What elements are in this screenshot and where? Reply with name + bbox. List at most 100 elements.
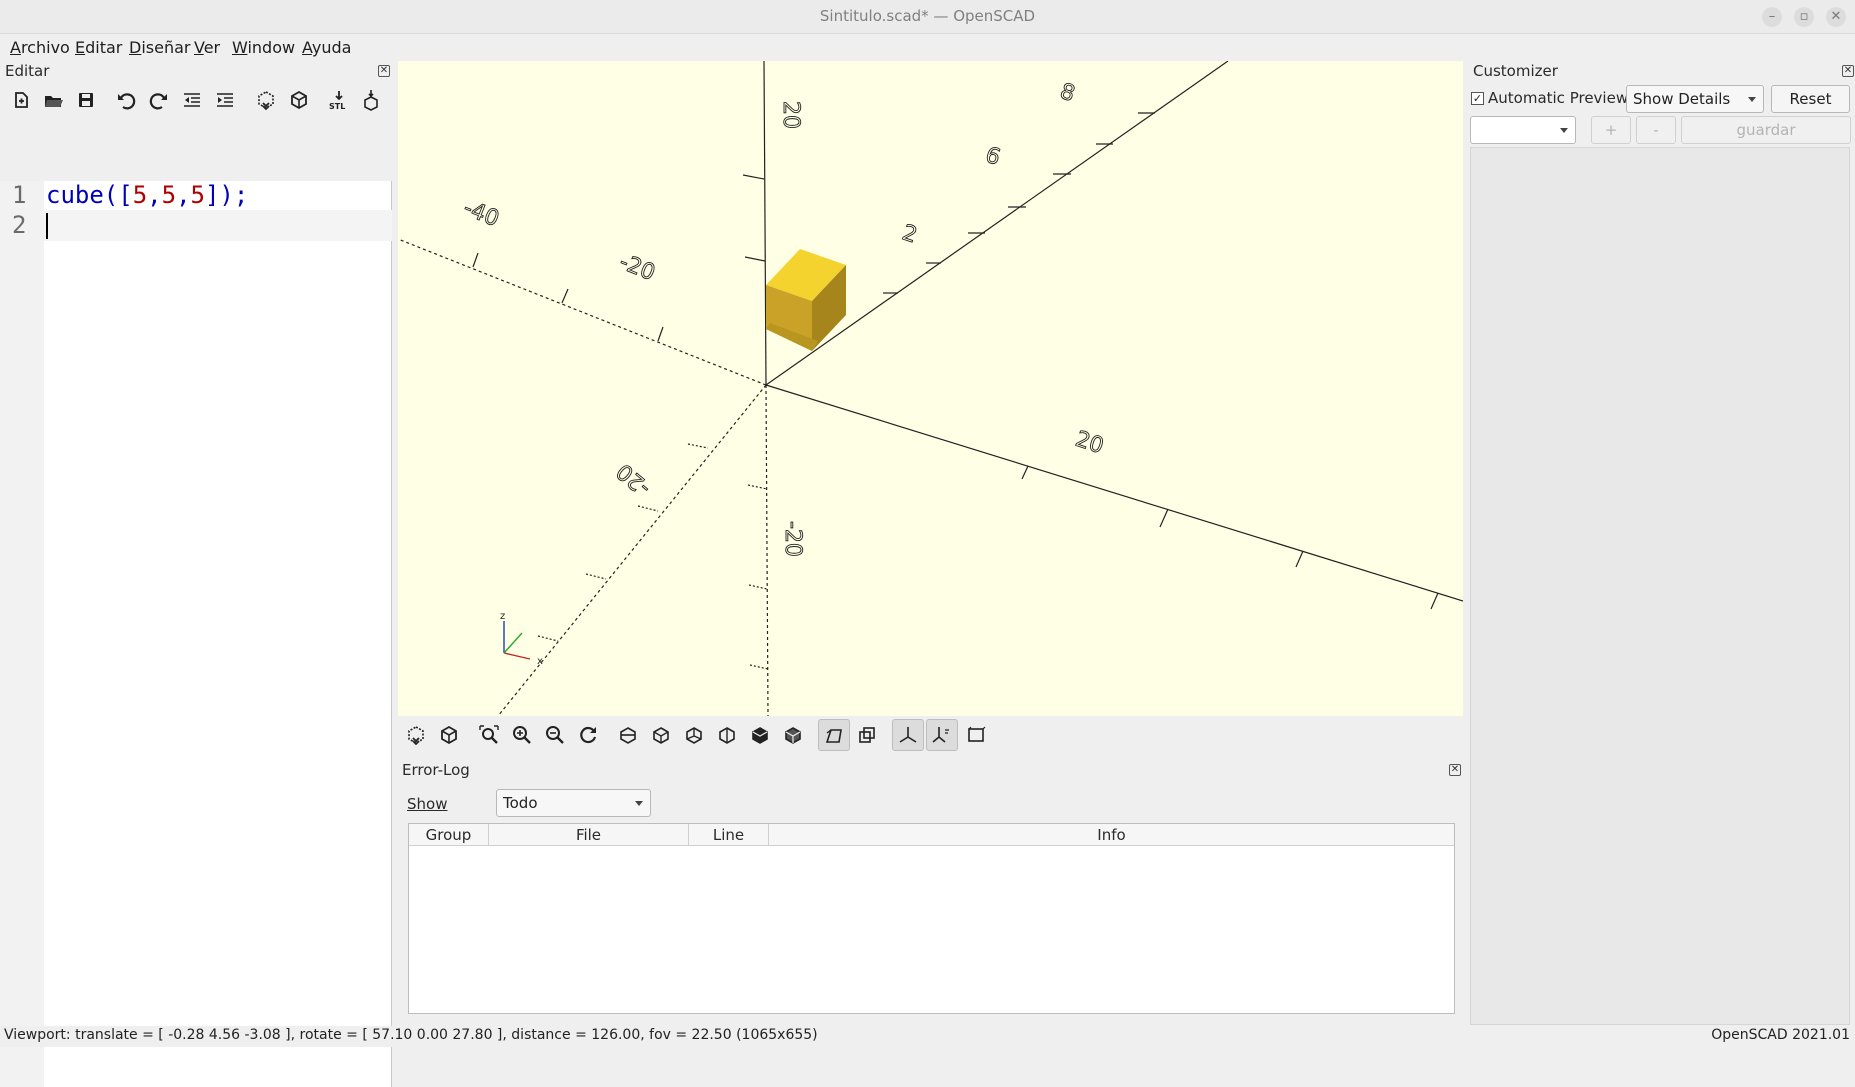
current-line-highlight <box>44 210 392 241</box>
undo-icon[interactable] <box>112 86 140 114</box>
error-log-close-icon[interactable]: ✕ <box>1449 764 1461 776</box>
menu-archivo[interactable]: Archivo <box>10 38 70 57</box>
open-file-icon[interactable] <box>39 86 67 114</box>
view-all-icon[interactable] <box>475 721 503 749</box>
details-select[interactable]: Show Details <box>1626 85 1764 113</box>
menu-disenar[interactable]: Diseñar <box>129 38 190 57</box>
code-token: ]); <box>204 181 249 209</box>
menu-bar: Archivo Editar Diseñar Ver Window Ayuda <box>0 34 1855 61</box>
details-value: Show Details <box>1633 90 1731 108</box>
cube-model <box>766 249 846 351</box>
x-axis-positive <box>765 384 1463 602</box>
render-icon[interactable] <box>435 721 463 749</box>
code-line[interactable] <box>46 211 48 239</box>
axis-label-y-b: 6 <box>982 143 1003 171</box>
show-edges-icon[interactable] <box>962 721 990 749</box>
window-title: Sintitulo.scad* — OpenSCAD <box>819 7 1036 25</box>
y-axis-positive <box>765 61 1229 386</box>
preview-icon[interactable] <box>252 86 280 114</box>
zoom-in-icon[interactable] <box>508 721 536 749</box>
axis-label-x-neg-far: -40 <box>460 196 503 233</box>
render-icon[interactable] <box>285 86 313 114</box>
reset-button[interactable]: Reset <box>1771 85 1850 113</box>
send-to-print-icon[interactable] <box>357 86 385 114</box>
view-toolbar <box>398 716 1463 754</box>
axis-label-y-c: 8 <box>1057 79 1078 107</box>
show-axes-icon[interactable] <box>892 719 924 751</box>
x-axis-negative <box>398 238 767 386</box>
perspective-icon[interactable] <box>818 719 850 751</box>
gizmo-x-label: x <box>537 656 543 667</box>
show-label: Show <box>407 795 448 813</box>
code-token: ([ <box>103 181 133 209</box>
view-back-icon[interactable] <box>779 721 807 749</box>
code-token: 5 <box>161 181 177 209</box>
customizer-close-icon[interactable]: ✕ <box>1842 65 1854 77</box>
viewport-canvas: 20 -20 20 -40 -20 2 6 8 -20 z x <box>398 61 1463 716</box>
remove-preset-button[interactable]: - <box>1636 116 1676 144</box>
menu-window[interactable]: Window <box>232 38 295 57</box>
column-header-file[interactable]: File <box>489 824 689 846</box>
maximize-button[interactable]: ▫ <box>1794 7 1814 27</box>
minimize-button[interactable]: – <box>1762 7 1782 27</box>
3d-viewport[interactable]: 20 -20 20 -40 -20 2 6 8 -20 z x <box>398 61 1463 716</box>
indent-icon[interactable] <box>211 86 239 114</box>
show-scale-markers-icon[interactable] <box>926 719 958 751</box>
add-preset-button[interactable]: + <box>1591 116 1631 144</box>
save-preset-button[interactable]: guardar preprogramado <box>1681 116 1851 165</box>
redo-icon[interactable] <box>145 86 173 114</box>
code-token: 5 <box>132 181 148 209</box>
view-right-icon[interactable] <box>614 721 642 749</box>
code-token: 5 <box>190 181 205 209</box>
reset-view-icon[interactable] <box>574 721 602 749</box>
zoom-out-icon[interactable] <box>541 721 569 749</box>
customizer-title: Customizer <box>1473 62 1558 80</box>
editor-panel: Editar ✕ STL 1 2 cube([5,5,5]); <box>0 61 395 1087</box>
view-top-icon[interactable] <box>647 721 675 749</box>
column-header-line[interactable]: Line <box>689 824 769 846</box>
axis-label-y-neg: -20 <box>612 458 656 500</box>
code-line[interactable]: cube([5,5,5]); <box>46 181 248 209</box>
editor-panel-title: Editar <box>5 62 50 80</box>
z-axis-negative <box>765 384 769 716</box>
stl-label: STL <box>329 102 345 111</box>
code-token: , <box>176 181 191 209</box>
column-header-info[interactable]: Info <box>769 824 1454 846</box>
view-left-icon[interactable] <box>713 721 741 749</box>
preview-icon[interactable] <box>402 721 430 749</box>
menu-ver[interactable]: Ver <box>194 38 220 57</box>
preset-select[interactable] <box>1470 116 1576 144</box>
axis-label-z-pos: 20 <box>778 101 803 129</box>
unindent-icon[interactable] <box>178 86 206 114</box>
customizer-parameters-area <box>1470 147 1850 1025</box>
save-icon[interactable] <box>72 86 100 114</box>
line-number-gutter <box>0 181 44 1087</box>
gizmo-z-label: z <box>500 611 505 622</box>
axis-label-z-neg: -20 <box>780 521 805 557</box>
automatic-preview-label: Automatic Preview <box>1488 89 1629 107</box>
viewport-info: Viewport: translate = [ -0.28 4.56 -3.08… <box>4 1027 818 1043</box>
code-editor[interactable]: 1 2 cube([5,5,5]); <box>0 181 392 1087</box>
orthogonal-icon[interactable] <box>853 721 881 749</box>
version-label: OpenSCAD 2021.01 <box>1711 1027 1850 1043</box>
chevron-down-icon <box>635 801 643 806</box>
axis-gizmo: z x <box>500 611 543 667</box>
automatic-preview-checkbox[interactable]: ✓ <box>1471 92 1484 105</box>
chevron-down-icon <box>1560 128 1568 133</box>
line-number: 2 <box>12 211 27 239</box>
menu-ayuda[interactable]: Ayuda <box>302 38 351 57</box>
menu-editar[interactable]: Editar <box>75 38 122 57</box>
column-header-group[interactable]: Group <box>409 824 489 846</box>
view-bottom-icon[interactable] <box>680 721 708 749</box>
view-front-icon[interactable] <box>746 721 774 749</box>
new-file-icon[interactable] <box>7 86 35 114</box>
z-axis-positive <box>763 61 767 386</box>
axis-label-y-a: 2 <box>899 220 920 248</box>
code-token: cube <box>46 181 104 209</box>
window-titlebar: Sintitulo.scad* — OpenSCAD – ▫ ✕ <box>0 0 1855 34</box>
close-window-button[interactable]: ✕ <box>1826 7 1846 27</box>
export-stl-icon[interactable]: STL <box>325 86 353 114</box>
editor-close-icon[interactable]: ✕ <box>378 65 390 77</box>
log-filter-select[interactable]: Todo <box>496 789 651 817</box>
error-log-table[interactable]: Group File Line Info <box>408 823 1455 1014</box>
